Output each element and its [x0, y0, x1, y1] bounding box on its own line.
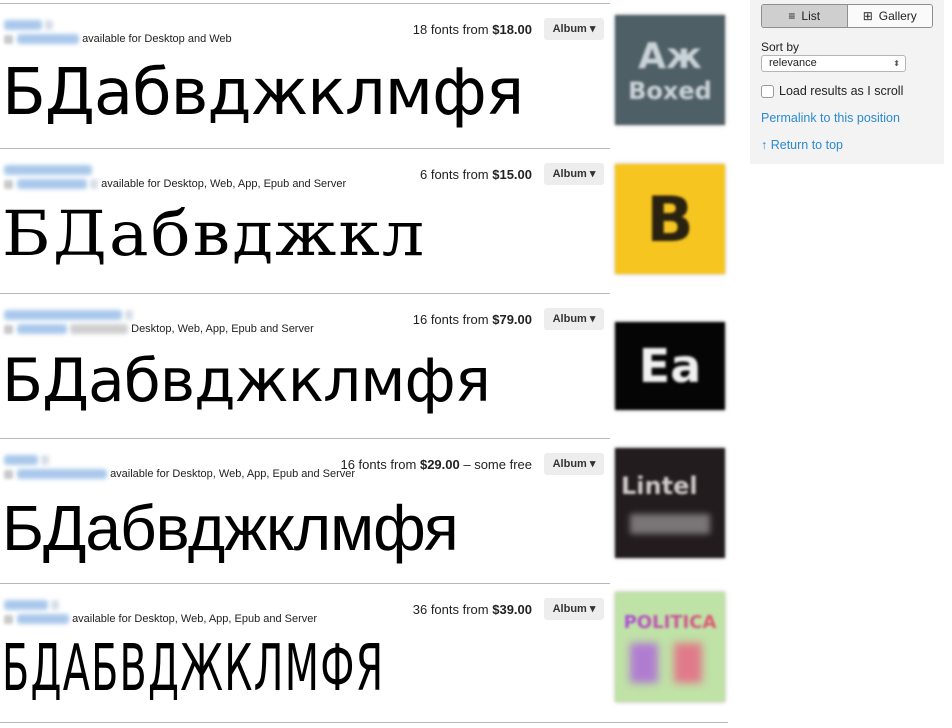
foundry-link[interactable]	[17, 469, 107, 480]
view-list-label: List	[801, 9, 821, 23]
price-value: $39.00	[492, 602, 532, 617]
price-prefix: 36 fonts from	[412, 602, 493, 617]
album-button[interactable]: Album ▾	[544, 18, 604, 40]
foundry-link[interactable]	[17, 34, 79, 45]
thumbnail-title: Аж	[638, 35, 702, 77]
grid-icon: ⊞	[862, 9, 873, 23]
sort-value: relevance	[769, 57, 817, 69]
sort-select[interactable]: relevance ⬍	[761, 55, 906, 72]
load-on-scroll-option: Load results as I scroll	[761, 84, 903, 98]
font-sample[interactable]: БДАБВДЖКЛМФЯ	[2, 632, 384, 706]
by-label	[4, 614, 13, 624]
price-info: 16 fonts from $79.00	[413, 312, 532, 327]
availability-prefix	[70, 324, 129, 335]
font-thumbnail[interactable]: POLITICA	[615, 592, 725, 702]
load-on-scroll-checkbox[interactable]	[761, 84, 774, 98]
font-result-row: available for Desktop, Web, App, Epub an…	[0, 148, 610, 293]
thumbnail-blurred-figures	[630, 642, 710, 683]
thumbnail-subtitle: Boxed	[628, 76, 712, 105]
foundry-link[interactable]	[17, 179, 87, 190]
font-meta: available for Desktop, Web, App, Epub an…	[4, 453, 355, 481]
view-gallery-button[interactable]: ⊞ Gallery	[847, 5, 932, 27]
list-icon: ≡	[788, 9, 796, 23]
font-meta: available for Desktop, Web, App, Epub an…	[4, 163, 346, 191]
divider	[0, 722, 728, 723]
font-result-row: available for Desktop, Web, App, Epub an…	[0, 583, 610, 728]
thumbnail-title: Lintel	[621, 472, 698, 500]
availability-text: Desktop, Web, App, Epub and Server	[131, 323, 314, 336]
font-family-suffix	[125, 310, 134, 321]
availability-text: available for Desktop and Web	[82, 33, 232, 46]
font-thumbnail[interactable]: Ea	[615, 322, 725, 410]
font-sample[interactable]: БДабвджклмфя	[2, 491, 459, 565]
font-result-row: Desktop, Web, App, Epub and Server 16 fo…	[0, 293, 610, 438]
foundry-link[interactable]	[17, 324, 67, 335]
thumbnail-title: Ea	[638, 339, 702, 393]
font-sample[interactable]: БДабвджклмфя	[2, 346, 491, 416]
font-meta: available for Desktop and Web	[4, 18, 232, 46]
font-family-link[interactable]	[4, 455, 38, 466]
thumbnail-title: B	[646, 182, 694, 256]
font-family-link[interactable]	[4, 600, 48, 611]
font-family-link[interactable]	[4, 20, 42, 31]
availability-text: available for Desktop, Web, App, Epub an…	[72, 613, 318, 626]
view-list-button[interactable]: ≡ List	[762, 5, 848, 27]
view-toggle: ≡ List ⊞ Gallery	[761, 4, 933, 28]
by-label	[4, 469, 13, 479]
font-thumbnail[interactable]: B	[615, 164, 725, 274]
price-prefix: 6 fonts from	[419, 167, 493, 182]
font-result-row: available for Desktop and Web 18 fonts f…	[0, 3, 610, 148]
font-thumbnail[interactable]: Аж Boxed	[615, 15, 725, 125]
album-button[interactable]: Album ▾	[544, 163, 604, 185]
font-family-suffix	[45, 20, 54, 31]
availability-text: available for Desktop, Web, App, Epub an…	[110, 468, 356, 481]
by-label	[4, 179, 13, 189]
price-info: 18 fonts from $18.00	[413, 22, 532, 37]
price-prefix: 16 fonts from	[412, 312, 493, 327]
font-family-suffix	[51, 600, 60, 611]
thumbnail-blurred-text	[630, 514, 710, 534]
price-info: 6 fonts from $15.00	[420, 167, 532, 182]
price-prefix: 18 fonts from	[412, 22, 493, 37]
font-meta: Desktop, Web, App, Epub and Server	[4, 308, 314, 336]
font-sample[interactable]: БДабвджклмфя	[2, 56, 524, 130]
price-value: $15.00	[492, 167, 532, 182]
font-result-row: available for Desktop, Web, App, Epub an…	[0, 438, 610, 583]
price-value: $79.00	[492, 312, 532, 327]
price-suffix: – some free	[459, 457, 532, 472]
foundry-link[interactable]	[17, 614, 69, 625]
permalink-link[interactable]: Permalink to this position	[761, 111, 900, 125]
thumbnail-title: POLITICA	[623, 611, 717, 633]
sort-label: Sort by	[761, 40, 800, 54]
price-value: $29.00	[419, 457, 460, 472]
by-label	[4, 34, 13, 44]
album-button[interactable]: Album ▾	[544, 308, 604, 330]
font-meta: available for Desktop, Web, App, Epub an…	[4, 598, 317, 626]
by-label	[4, 324, 13, 334]
font-family-link[interactable]	[4, 310, 122, 321]
price-info: 16 fonts from $29.00 – some free	[340, 457, 532, 472]
price-info: 36 fonts from $39.00	[413, 602, 532, 617]
separator	[90, 179, 99, 190]
font-thumbnail[interactable]: Lintel	[615, 448, 725, 558]
album-button[interactable]: Album ▾	[544, 598, 604, 620]
select-arrows-icon: ⬍	[893, 59, 900, 68]
price-prefix: 16 fonts from	[340, 457, 420, 472]
album-button[interactable]: Album ▾	[544, 453, 604, 475]
font-family-link[interactable]	[4, 165, 92, 176]
price-value: $18.00	[492, 22, 532, 37]
return-to-top-link[interactable]: ↑ Return to top	[761, 138, 843, 152]
font-family-suffix	[41, 455, 50, 466]
view-gallery-label: Gallery	[878, 9, 917, 23]
font-sample[interactable]: БДабвджкл	[2, 197, 426, 270]
options-panel: ≡ List ⊞ Gallery Sort by relevance ⬍ Loa…	[750, 0, 944, 164]
availability-text: available for Desktop, Web, App, Epub an…	[101, 178, 347, 191]
load-on-scroll-label[interactable]: Load results as I scroll	[779, 84, 903, 98]
